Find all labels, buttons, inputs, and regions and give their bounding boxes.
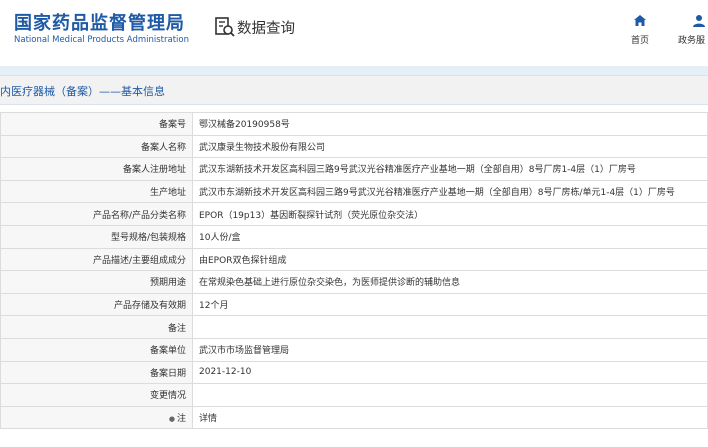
- info-row-label-text: 注: [176, 414, 186, 425]
- nav-gov-service[interactable]: 政务服: [678, 12, 708, 46]
- info-row-label: 产品存储及有效期: [0, 292, 193, 317]
- info-row-value: 武汉康录生物技术股份有限公司: [192, 134, 708, 159]
- info-row-label: 生产地址: [0, 179, 193, 204]
- info-row-label: 备案日期: [0, 360, 193, 385]
- info-row-value: 10人份/盒: [192, 224, 708, 249]
- info-row-label: 变更情况: [0, 383, 193, 407]
- info-row: 备案单位 武汉市市场监督管理局: [0, 337, 708, 362]
- site-logo-cn[interactable]: 国家药品监督管理局: [14, 9, 185, 35]
- info-row-label: 备注: [0, 315, 193, 339]
- details-link[interactable]: 详情: [192, 405, 708, 430]
- info-row-value: [192, 383, 708, 407]
- section-header: 内医疗器械（备案）——基本信息: [0, 75, 708, 105]
- document-search-icon: [215, 17, 235, 37]
- info-row-label: 备案单位: [0, 337, 193, 362]
- pin-icon: ●: [168, 415, 175, 424]
- info-row: 型号规格/包装规格 10人份/盒: [0, 224, 708, 249]
- info-row: 产品名称/产品分类名称 EPOR（19p13）基因断裂探针试剂（荧光原位杂交法）: [0, 202, 708, 226]
- info-row-value: 在常规染色基础上进行原位杂交染色，为医师提供诊断的辅助信息: [192, 270, 708, 294]
- info-row-value: 鄂汉械备20190958号: [192, 112, 708, 136]
- info-row-value: 武汉市东湖新技术开发区高科园三路9号武汉光谷精准医疗产业基地一期（全部自用）8号…: [192, 179, 708, 204]
- info-row-label: 型号规格/包装规格: [0, 224, 193, 249]
- info-row: ● 注详情: [0, 405, 708, 430]
- info-row-value: 武汉东湖新技术开发区高科园三路9号武汉光谷精准医疗产业基地一期（全部自用）8号厂…: [192, 157, 708, 181]
- nav-gov-service-label: 政务服: [678, 36, 706, 46]
- info-row-value: 由EPOR双色探针组成: [192, 247, 708, 272]
- nav-home-label: 首页: [630, 36, 649, 46]
- info-row-value: 2021-12-10: [192, 360, 708, 385]
- info-row: 变更情况: [0, 383, 708, 407]
- info-row: 预期用途 在常规染色基础上进行原位杂交染色，为医师提供诊断的辅助信息: [0, 270, 708, 294]
- page-title: 数据查询: [237, 21, 295, 37]
- info-row-label: 产品描述/主要组成成分: [0, 247, 193, 272]
- header-divider: [0, 66, 708, 75]
- info-row: 生产地址 武汉市东湖新技术开发区高科园三路9号武汉光谷精准医疗产业基地一期（全部自…: [0, 179, 708, 204]
- user-icon: [693, 15, 705, 27]
- info-row: 备案人注册地址 武汉东湖新技术开发区高科园三路9号武汉光谷精准医疗产业基地一期（全…: [0, 157, 708, 181]
- info-row-label: ● 注: [0, 405, 193, 430]
- record-info-table: 备案号 鄂汉械备20190958号 备案人名称 武汉康录生物技术股份有限公司 备案人注册…: [0, 112, 708, 430]
- info-row-value: EPOR（19p13）基因断裂探针试剂（荧光原位杂交法）: [192, 202, 708, 226]
- info-row-label: 备案人注册地址: [0, 157, 193, 181]
- info-row-label: 预期用途: [0, 270, 193, 294]
- info-row-value: 12个月: [192, 292, 708, 317]
- info-row: 备案号 鄂汉械备20190958号: [0, 112, 708, 136]
- home-icon: [634, 15, 646, 26]
- site-logo-en[interactable]: National Medical Products Administration: [14, 35, 189, 45]
- info-row: 备案人名称 武汉康录生物技术股份有限公司: [0, 134, 708, 159]
- info-row-value: [192, 315, 708, 339]
- info-row-value: 武汉市市场监督管理局: [192, 337, 708, 362]
- section-title: 内医疗器械（备案）——基本信息: [0, 85, 165, 98]
- info-row: 产品存储及有效期 12个月: [0, 292, 708, 317]
- nav-home[interactable]: 首页: [624, 12, 656, 46]
- info-row-label: 备案人名称: [0, 134, 193, 159]
- info-row: 备注: [0, 315, 708, 339]
- info-row-label: 产品名称/产品分类名称: [0, 202, 193, 226]
- info-row: 备案日期 2021-12-10: [0, 360, 708, 385]
- info-row-label: 备案号: [0, 112, 193, 136]
- site-header: 国家药品监督管理局 National Medical Products Admi…: [0, 0, 708, 66]
- info-row: 产品描述/主要组成成分 由EPOR双色探针组成: [0, 247, 708, 272]
